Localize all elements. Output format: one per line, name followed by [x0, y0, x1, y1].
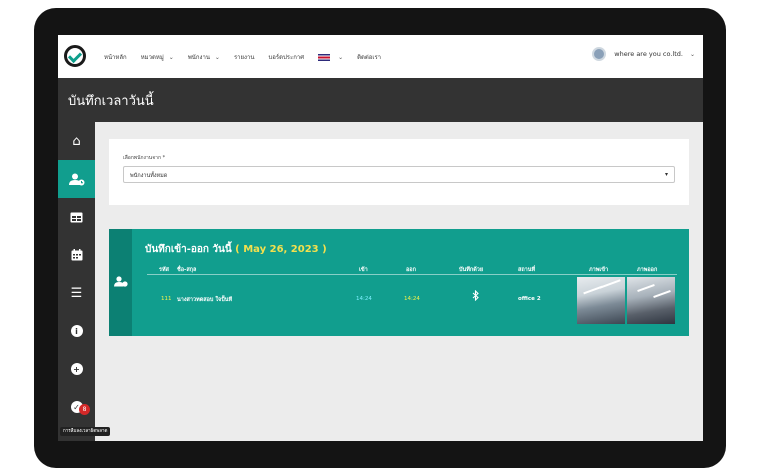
chevron-down-icon: ⌄ [168, 53, 174, 61]
employee-select[interactable]: พนักงานทั้งหมด ▾ [123, 166, 675, 183]
row-time-out: 14:24 [404, 296, 420, 302]
app-screen: หน้าหลัก หมวดหมู่ ⌄ พนักงาน ⌄ รายงาน บอร์ด… [58, 35, 703, 441]
nav-contact[interactable]: ติดต่อเรา [357, 52, 381, 62]
table-glyph [70, 212, 83, 222]
sidebar: ⌂ ☰ i + ✓ 8 การลืมลงเวลาผิดพลาด [58, 122, 111, 441]
bluetooth-glyph [472, 289, 479, 302]
info-glyph: i [70, 325, 83, 337]
avatar [592, 47, 607, 61]
chevron-down-icon: ⌄ [338, 53, 344, 61]
nav-reports-label: รายงาน [233, 54, 255, 61]
nav-board[interactable]: บอร์ดประกาศ [268, 52, 304, 62]
user-clock-icon[interactable] [58, 160, 95, 198]
home-icon[interactable]: ⌂ [58, 122, 95, 160]
col-header-place: สถานที่ [518, 267, 536, 273]
main-nav: หน้าหลัก หมวดหมู่ ⌄ พนักงาน ⌄ รายงาน บอร์ด… [104, 52, 395, 62]
employee-select-value: พนักงานทั้งหมด [130, 173, 168, 179]
photo-out[interactable] [627, 277, 675, 324]
menu-icon[interactable]: ☰ [58, 274, 95, 312]
chevron-down-icon: ⌄ [689, 50, 695, 58]
sidebar-tooltip: การลืมลงเวลาผิดพลาด [60, 427, 111, 436]
filter-card: เลือกพนักงานจาก * พนักงานทั้งหมด ▾ [109, 139, 689, 205]
col-header-photo-out: ภาพออก [637, 267, 658, 273]
top-navbar: หน้าหลัก หมวดหมู่ ⌄ พนักงาน ⌄ รายงาน บอร์ด… [58, 35, 703, 78]
col-header-name: ชื่อ-สกุล [177, 267, 197, 273]
ceiling-light [637, 283, 655, 293]
photo-in[interactable] [577, 277, 625, 324]
title-bar: บันทึกเวลาวันนี้ [58, 78, 703, 122]
col-header-method: บันทึกด้วย [459, 267, 484, 273]
caret-down-icon: ▾ [664, 171, 668, 178]
attendance-title-text: บันทึกเข้า-ออก วันนี้ [145, 244, 232, 255]
row-id: 111 [161, 296, 172, 302]
col-header-in: เข้า [359, 267, 368, 273]
nav-categories[interactable]: หมวดหมู่ ⌄ [141, 52, 174, 62]
ceiling-light [599, 279, 621, 289]
attendance-title: บันทึกเข้า-ออก วันนี้ ( May 26, 2023 ) [145, 242, 327, 257]
col-header-out: ออก [406, 267, 416, 273]
user-clock-glyph [68, 173, 84, 185]
col-header-id: รหัส [159, 267, 169, 273]
notification-badge: 8 [79, 404, 90, 415]
user-clock-icon [114, 276, 128, 287]
header-divider [147, 274, 677, 275]
user-menu[interactable]: where are you co.ltd. ⌄ [592, 47, 695, 61]
user-name: where are you co.ltd. [614, 50, 683, 58]
plus-glyph: + [70, 363, 83, 375]
calendar-icon[interactable] [58, 236, 95, 274]
col-header-photo-in: ภาพเข้า [589, 267, 609, 273]
thai-flag-icon [318, 53, 331, 61]
logo-icon[interactable] [64, 45, 86, 67]
nav-home[interactable]: หน้าหลัก [104, 52, 127, 62]
row-place: office 2 [518, 296, 541, 302]
language-selector[interactable]: ⌄ [318, 52, 343, 62]
page-title: บันทึกเวลาวันนี้ [68, 94, 154, 109]
attendance-date: ( May 26, 2023 ) [235, 244, 327, 255]
nav-board-label: บอร์ดประกาศ [268, 54, 305, 61]
calendar-glyph [71, 249, 82, 261]
bluetooth-icon [472, 289, 479, 304]
nav-contact-label: ติดต่อเรา [357, 54, 382, 61]
nav-employees-label: พนักงาน [187, 54, 210, 61]
nav-employees[interactable]: พนักงาน ⌄ [188, 52, 220, 62]
nav-categories-label: หมวดหมู่ [140, 54, 164, 61]
ceiling-light [653, 289, 671, 299]
info-icon[interactable]: i [58, 312, 95, 350]
employee-select-label: เลือกพนักงานจาก * [123, 155, 166, 161]
row-name: นางสาวทดสอบ ใจปั้นที [177, 297, 233, 303]
attendance-card: บันทึกเข้า-ออก วันนี้ ( May 26, 2023 ) ร… [109, 229, 689, 336]
table-icon[interactable] [58, 198, 95, 236]
attendance-rail [109, 229, 132, 336]
row-time-in: 14:24 [356, 296, 372, 302]
nav-reports[interactable]: รายงาน [234, 52, 255, 62]
nav-home-label: หน้าหลัก [104, 54, 127, 61]
plus-circle-icon[interactable]: + [58, 350, 95, 388]
chevron-down-icon: ⌄ [214, 53, 220, 61]
